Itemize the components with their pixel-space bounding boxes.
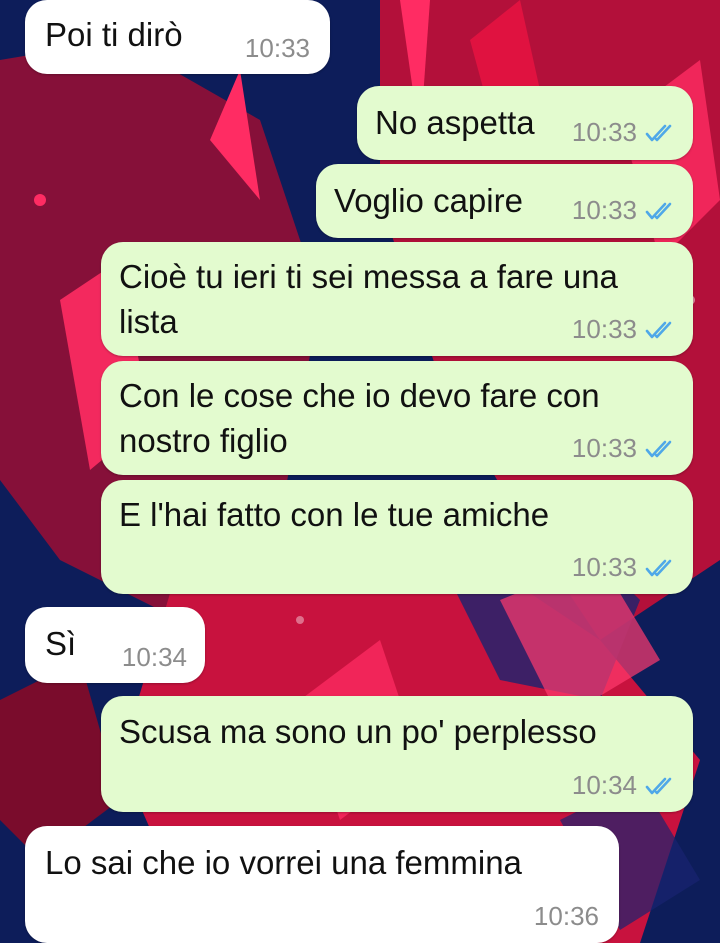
message-text: Cioè tu ieri ti sei messa a fare una lis… <box>119 258 618 340</box>
message-meta: 10:33 <box>572 117 677 148</box>
read-double-check-icon <box>645 124 672 141</box>
message-meta: 10:33 <box>245 33 310 64</box>
outgoing-message[interactable]: Cioè tu ieri ti sei messa a fare una lis… <box>101 242 693 356</box>
read-double-check-icon <box>645 202 672 219</box>
message-list[interactable]: Poi ti dirò 10:33 No aspetta 10:33 Vogli… <box>0 0 720 943</box>
message-text: Poi ti dirò <box>45 16 183 53</box>
message-text: E l'hai fatto con le tue amiche <box>119 496 550 533</box>
message-time: 10:34 <box>571 770 637 800</box>
message-time: 10:33 <box>571 552 637 582</box>
message-text: No aspetta <box>375 104 535 141</box>
message-text: Con le cose che io devo fare con nostro … <box>119 377 600 459</box>
read-double-check-icon <box>645 440 672 457</box>
message-text: Voglio capire <box>334 182 523 219</box>
message-meta: 10:33 <box>572 195 677 226</box>
message-meta: 10:33 <box>572 552 677 583</box>
message-meta: 10:33 <box>572 433 677 464</box>
read-double-check-icon <box>645 777 672 794</box>
message-meta: 10:36 <box>534 901 599 932</box>
message-time: 10:33 <box>244 33 310 63</box>
message-meta: 10:33 <box>572 314 677 345</box>
incoming-message[interactable]: Poi ti dirò 10:33 <box>25 0 330 74</box>
message-text: Lo sai che io vorrei una femmina <box>45 844 522 881</box>
message-time: 10:33 <box>571 314 637 344</box>
outgoing-message[interactable]: E l'hai fatto con le tue amiche 10:33 <box>101 480 693 594</box>
message-meta: 10:34 <box>122 642 187 673</box>
message-time: 10:33 <box>571 433 637 463</box>
incoming-message[interactable]: Lo sai che io vorrei una femmina 10:36 <box>25 826 619 943</box>
outgoing-message[interactable]: Con le cose che io devo fare con nostro … <box>101 361 693 475</box>
read-double-check-icon <box>645 559 672 576</box>
outgoing-message[interactable]: Scusa ma sono un po' perplesso 10:34 <box>101 696 693 812</box>
outgoing-message[interactable]: Voglio capire 10:33 <box>316 164 693 238</box>
message-meta: 10:34 <box>572 770 677 801</box>
incoming-message[interactable]: Sì 10:34 <box>25 607 205 683</box>
read-double-check-icon <box>645 321 672 338</box>
message-text: Sì <box>45 625 77 662</box>
message-time: 10:36 <box>533 901 599 931</box>
outgoing-message[interactable]: No aspetta 10:33 <box>357 86 693 160</box>
message-time: 10:33 <box>571 195 637 225</box>
message-time: 10:33 <box>571 117 637 147</box>
message-text: Scusa ma sono un po' perplesso <box>119 713 597 750</box>
message-time: 10:34 <box>121 642 187 672</box>
